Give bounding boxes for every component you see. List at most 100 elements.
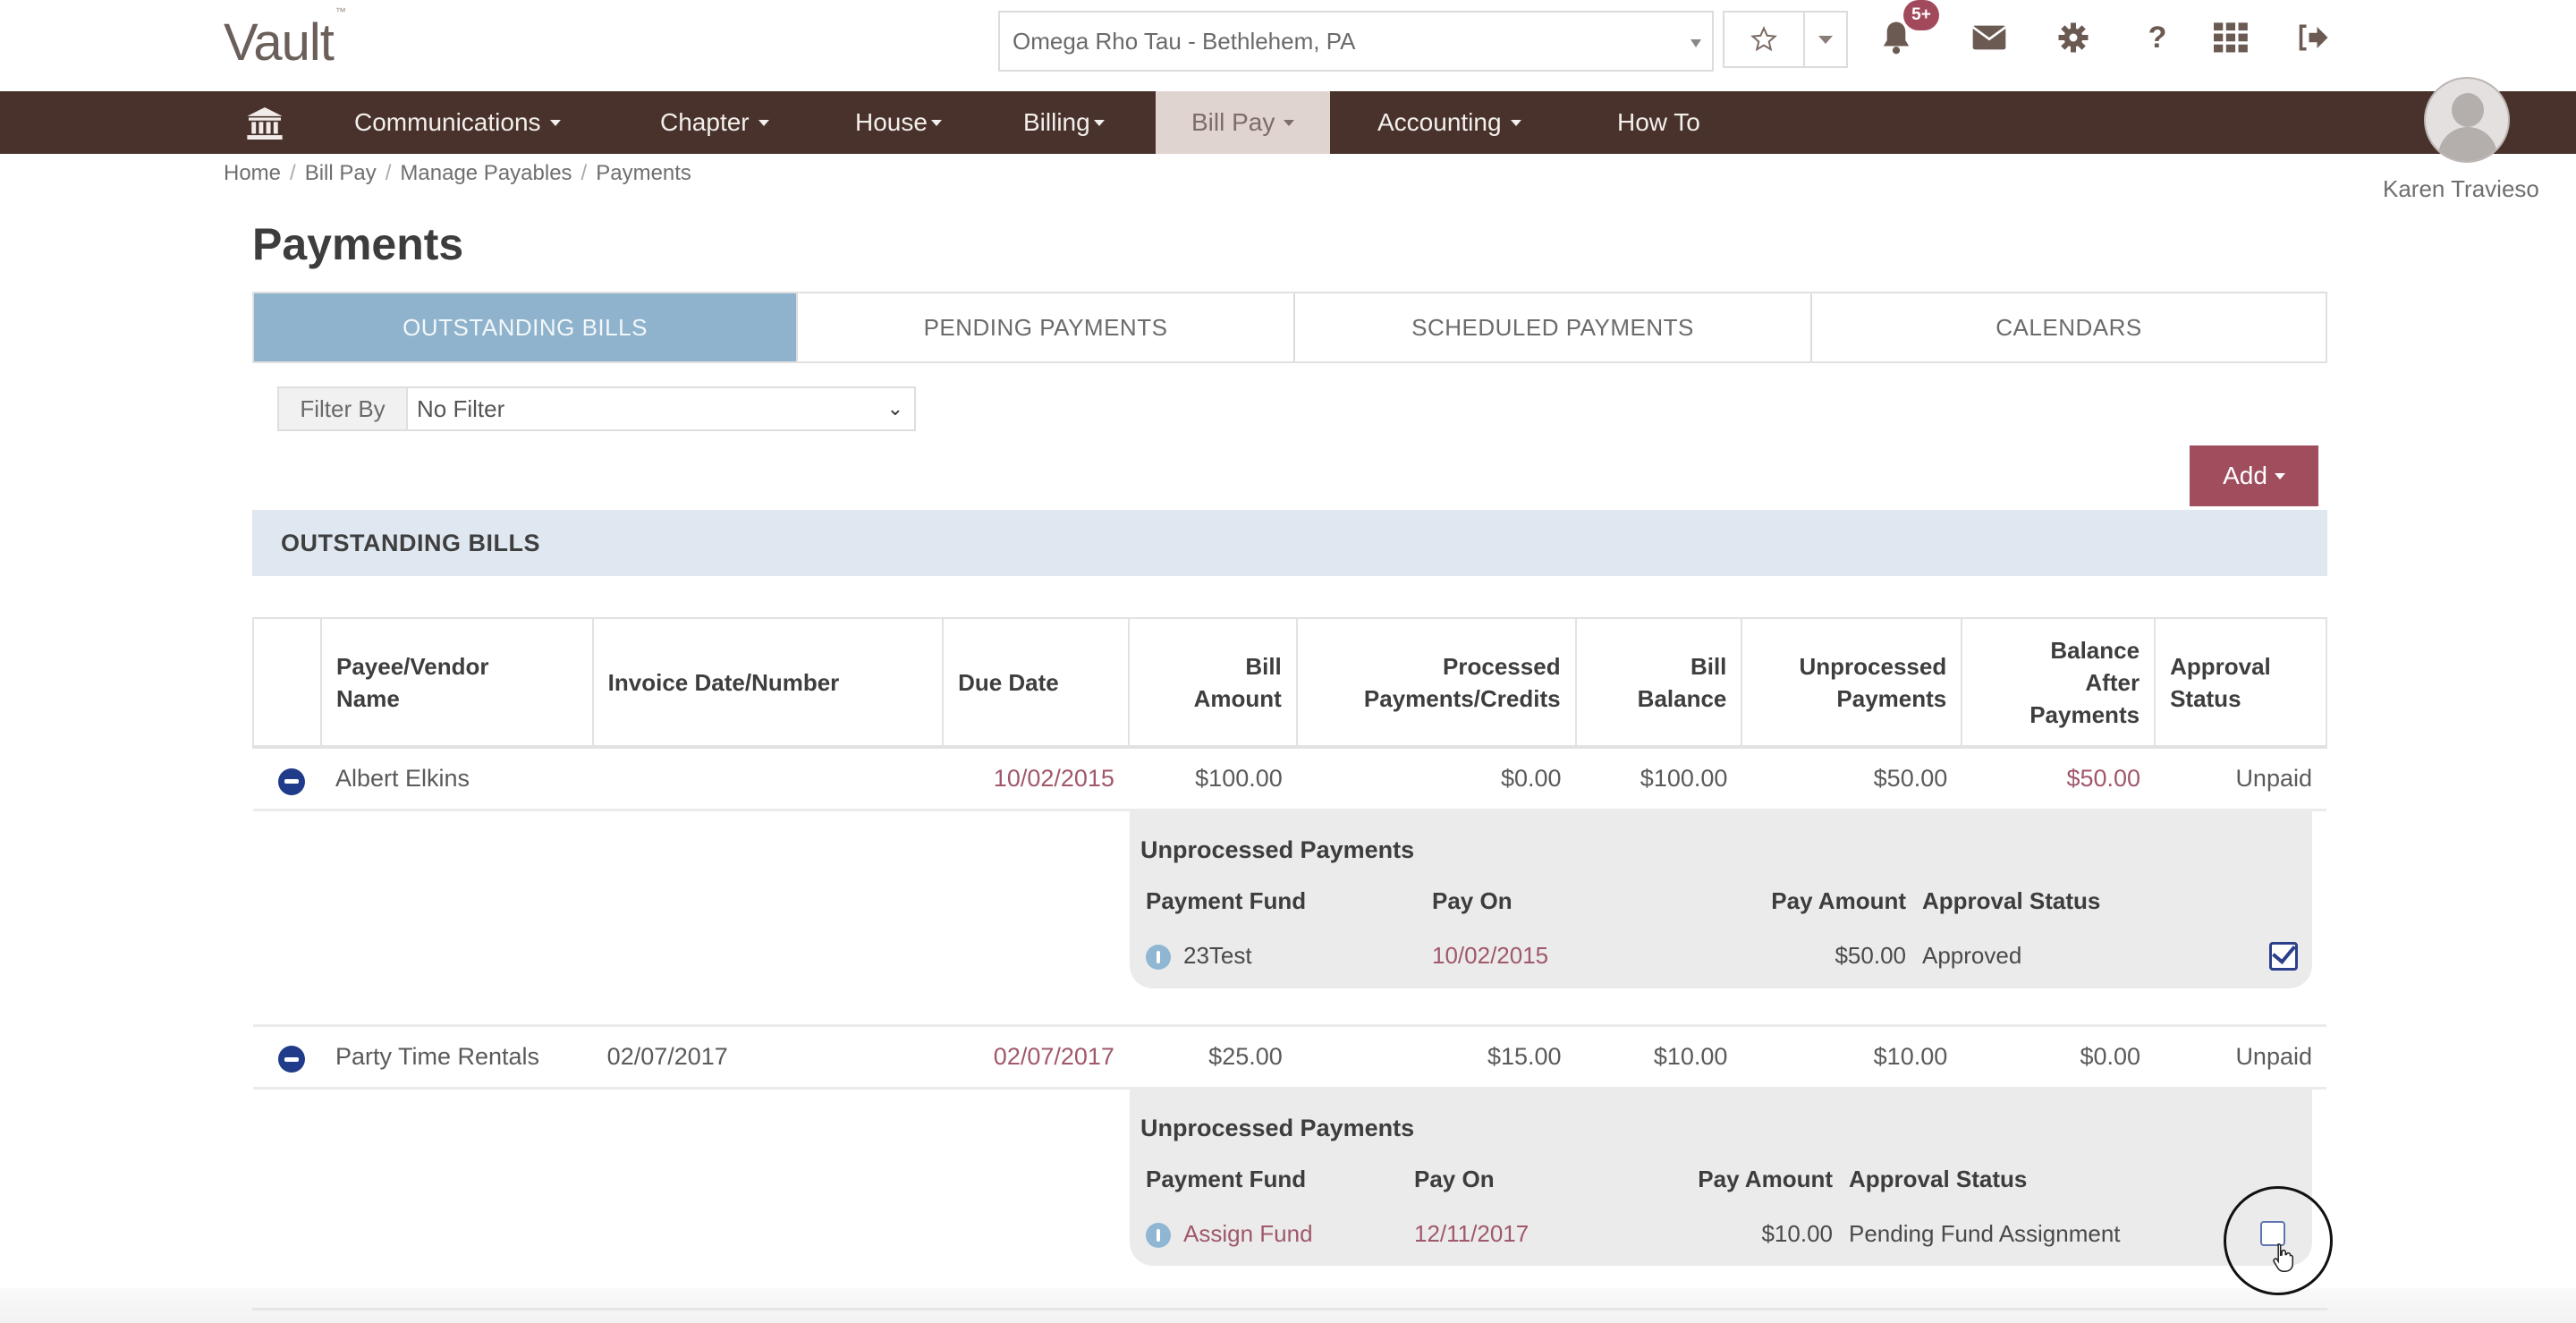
header-bill-balance[interactable]: Bill Balance <box>1574 617 1743 749</box>
cell-approval-status: Unpaid <box>2155 747 2326 811</box>
add-button-label: Add <box>2223 462 2267 489</box>
sub-cell-pay-on: 12/11/2017 <box>1414 1219 1530 1247</box>
nav-communications[interactable]: Communications <box>354 91 561 154</box>
vault-logo[interactable]: Vault™ <box>224 5 346 72</box>
messages-button[interactable] <box>1970 18 2009 57</box>
filter-group: Filter By No Filter ⌄ <box>277 386 916 431</box>
cell-due-date: 02/07/2017 <box>943 1025 1129 1090</box>
caret-down-icon <box>549 119 561 126</box>
breadcrumb-home[interactable]: Home <box>224 161 281 186</box>
apps-button[interactable] <box>2211 18 2250 57</box>
nav-billing[interactable]: Billing <box>1023 91 1105 154</box>
cell-processed: $15.00 <box>1296 1025 1576 1090</box>
tab-scheduled-payments[interactable]: SCHEDULED PAYMENTS <box>1295 293 1812 361</box>
sign-out-button[interactable] <box>2293 18 2333 57</box>
cell-payee: Albert Elkins <box>320 747 593 811</box>
outstanding-bills-table: Payee/Vendor Name Invoice Date/Number Due… <box>252 617 2327 1266</box>
nav-accounting[interactable]: Accounting <box>1377 91 1521 154</box>
nav-house[interactable]: House <box>855 91 942 154</box>
caret-down-icon <box>1510 119 1521 126</box>
breadcrumb-bill-pay[interactable]: Bill Pay <box>305 161 377 186</box>
caret-down-icon <box>930 119 942 126</box>
nav-how-to[interactable]: How To <box>1617 91 1700 154</box>
tab-calendars[interactable]: CALENDARS <box>1812 293 2326 361</box>
header-text: Payments <box>2029 700 2140 728</box>
cell-due-date: 10/02/2015 <box>943 747 1129 811</box>
question-icon: ? <box>2148 20 2167 55</box>
help-button[interactable]: ? <box>2138 18 2177 57</box>
header-processed[interactable]: Processed Payments/Credits <box>1295 617 1577 749</box>
minus-circle-icon <box>278 768 305 795</box>
header-due-date[interactable]: Due Date <box>942 617 1130 749</box>
sub-cell-pay-on: 10/02/2015 <box>1432 942 1549 969</box>
nav-chapter[interactable]: Chapter <box>660 91 769 154</box>
header-bill-amount[interactable]: Bill Amount <box>1127 617 1298 749</box>
user-name[interactable]: Karen Travieso <box>2383 175 2539 203</box>
filter-select[interactable]: No Filter ⌄ <box>408 388 914 429</box>
breadcrumb-separator: / <box>290 161 296 185</box>
hand-cursor-icon <box>2273 1243 2294 1272</box>
home-nav-button[interactable] <box>247 107 283 140</box>
cell-unprocessed: $10.00 <box>1741 1025 1962 1090</box>
table-bottom-border <box>252 1308 2327 1310</box>
header-invoice[interactable]: Invoice Date/Number <box>591 617 945 749</box>
header-text: Amount <box>1193 684 1282 712</box>
sub-cell-select <box>2244 941 2303 971</box>
nav-bill-pay[interactable]: Bill Pay <box>1156 91 1331 154</box>
chevron-down-icon: ⌄ <box>886 397 903 420</box>
cell-balance-after: $0.00 <box>1962 1025 2156 1090</box>
avatar-head <box>2452 93 2484 127</box>
favorites-dropdown-button[interactable] <box>1805 13 1846 66</box>
favorites-button-group <box>1723 11 1848 68</box>
nav-label: How To <box>1617 108 1700 136</box>
header-text: Unprocessed <box>1799 652 1947 680</box>
sub-grid: Payment Fund Pay On Pay Amount Approval … <box>1140 1166 2303 1248</box>
assign-fund-link[interactable]: Assign Fund <box>1183 1220 1313 1247</box>
favorite-star-button[interactable] <box>1724 13 1805 66</box>
caret-down-icon <box>2274 472 2285 479</box>
cell-bill-amount: $25.00 <box>1128 1025 1297 1090</box>
sign-out-icon <box>2299 24 2328 51</box>
approve-checkbox[interactable] <box>2269 941 2298 971</box>
cell-invoice <box>592 747 944 811</box>
trademark-mark: ™ <box>335 4 346 18</box>
institution-icon <box>247 107 283 140</box>
sub-cell-amount: $10.00 <box>1761 1219 1833 1247</box>
tab-outstanding-bills[interactable]: OUTSTANDING BILLS <box>254 293 798 361</box>
collapse-toggle[interactable] <box>253 747 321 811</box>
sub-header-status: Approval Status <box>1922 886 2101 914</box>
header-text: Approval <box>2170 652 2271 680</box>
cell-bill-amount: $100.00 <box>1128 747 1297 811</box>
header-unprocessed[interactable]: Unprocessed Payments <box>1741 617 1963 749</box>
user-avatar[interactable] <box>2424 77 2510 163</box>
header-text: Payments/Credits <box>1363 684 1561 712</box>
chapter-select[interactable]: Omega Rho Tau - Bethlehem, PA <box>998 11 1714 72</box>
breadcrumb-manage-payables[interactable]: Manage Payables <box>400 161 572 186</box>
collapse-toggle[interactable] <box>253 1025 321 1090</box>
unprocessed-payments-panel: Unprocessed Payments Payment Fund Pay On… <box>1130 810 2312 988</box>
nav-label: Billing <box>1023 108 1090 136</box>
star-icon <box>1750 26 1777 52</box>
grid-icon <box>2214 22 2248 53</box>
sub-header-fund: Payment Fund <box>1146 886 1307 914</box>
fund-name: 23Test <box>1183 941 1252 969</box>
header-payee[interactable]: Payee/Vendor Name <box>319 617 594 749</box>
settings-button[interactable] <box>2054 18 2093 57</box>
sub-row: Unprocessed Payments Payment Fund Pay On… <box>253 1088 2326 1266</box>
unprocessed-payments-panel: Unprocessed Payments Payment Fund Pay On… <box>1130 1089 2312 1266</box>
filter-label: Filter By <box>279 388 408 429</box>
tab-pending-payments[interactable]: PENDING PAYMENTS <box>798 293 1295 361</box>
chapter-select-value: Omega Rho Tau - Bethlehem, PA <box>1013 27 1356 55</box>
sub-cell-fund: Assign Fund <box>1140 1220 1414 1248</box>
caret-down-icon <box>1818 35 1833 44</box>
add-button[interactable]: Add <box>2190 445 2318 506</box>
cell-payee: Party Time Rentals <box>320 1025 593 1090</box>
info-icon[interactable] <box>1146 1222 1171 1248</box>
header-text: Bill <box>1245 652 1282 680</box>
main-navbar: Communications Chapter House Billing Bil… <box>0 91 2576 154</box>
cell-invoice: 02/07/2017 <box>592 1025 944 1090</box>
envelope-icon <box>1971 25 2007 50</box>
header-balance-after[interactable]: Balance After Payments <box>1961 617 2157 749</box>
info-icon[interactable] <box>1146 945 1171 971</box>
header-approval-status[interactable]: Approval Status <box>2154 617 2327 749</box>
